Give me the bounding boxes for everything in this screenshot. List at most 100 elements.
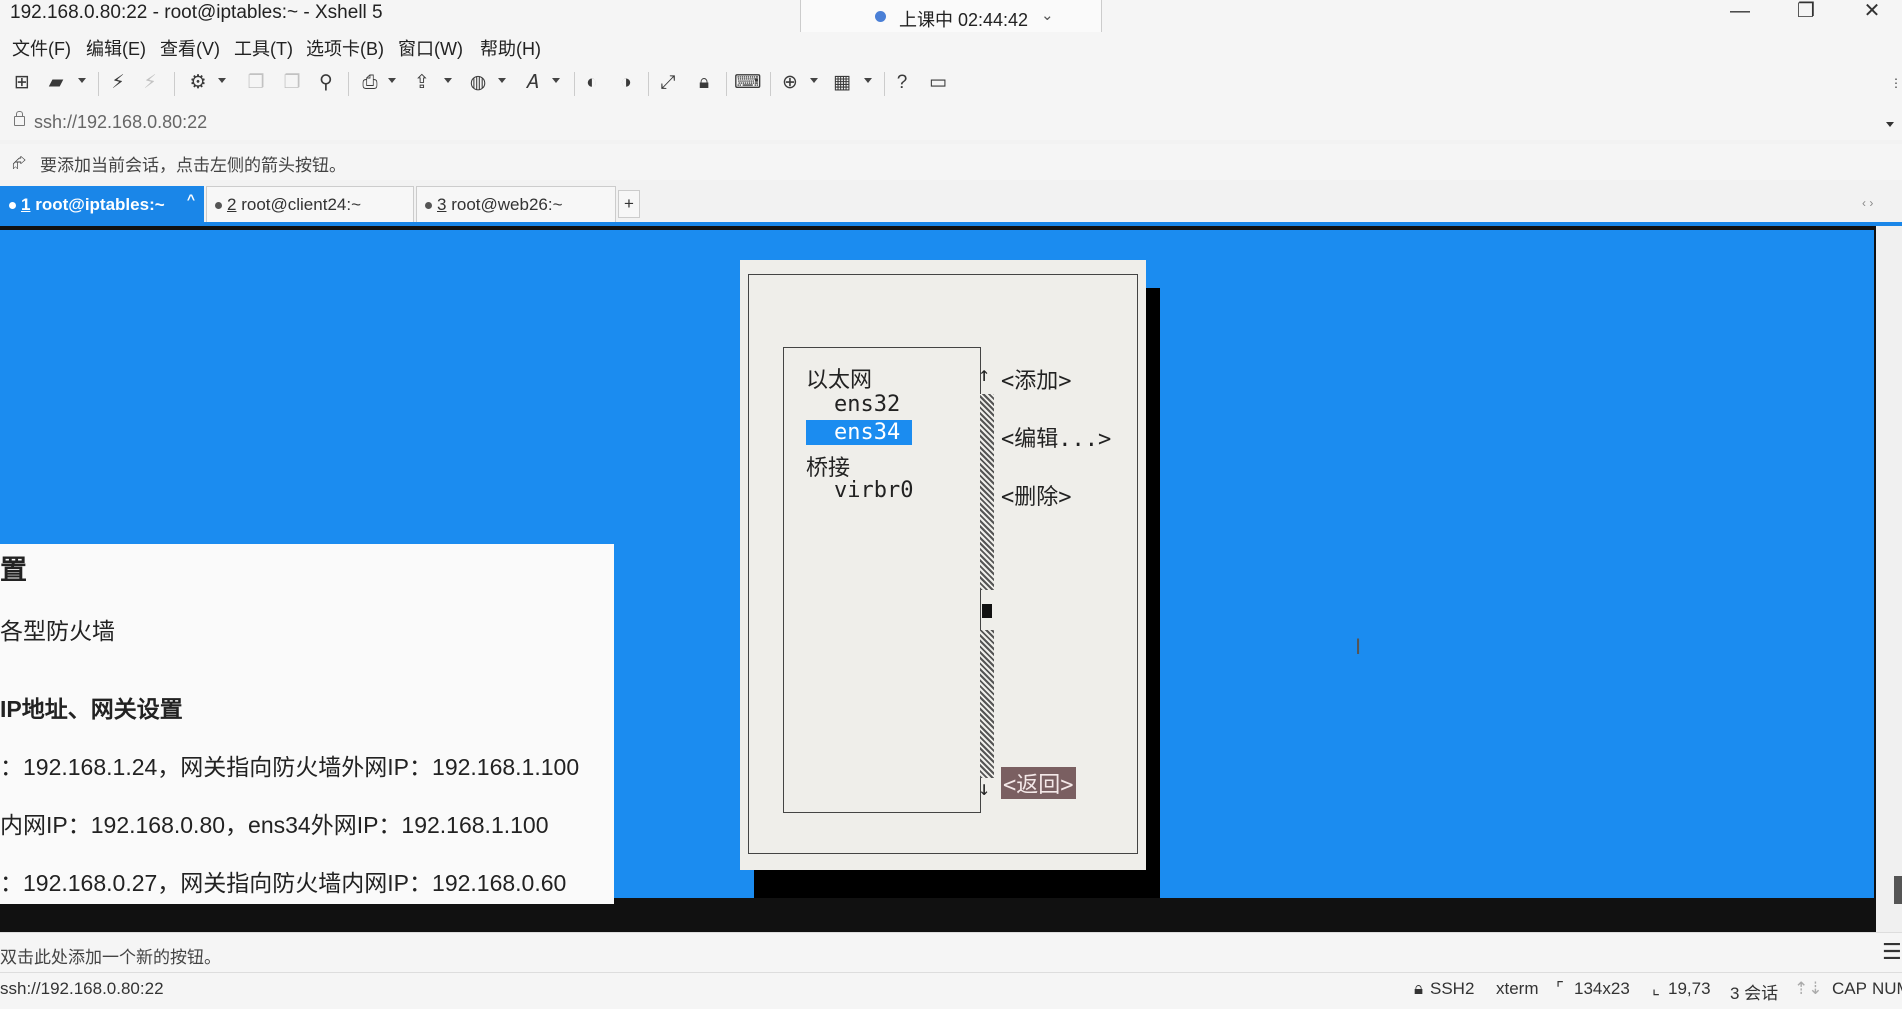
cursor-pos-icon: ⌞ [1652, 979, 1660, 998]
chat-icon[interactable]: ▭ [926, 71, 950, 95]
minimize-button[interactable]: — [1710, 0, 1770, 32]
session-arrow-icon[interactable]: ⮳ [12, 152, 26, 173]
paste-icon[interactable]: ❐ [280, 71, 304, 95]
window-title: 192.168.0.80:22 - root@iptables:~ - Xshe… [10, 2, 383, 23]
font-dropdown[interactable] [552, 78, 560, 83]
menu-file[interactable]: 文件(F) [12, 35, 71, 61]
menu-icon[interactable]: ☰ [1882, 939, 1902, 965]
list-item-virbr0[interactable]: virbr0 [834, 478, 913, 503]
slide-text: 内网IP：192.168.0.80，ens34外网IP：192.168.1.10… [0, 812, 549, 838]
copy-icon[interactable]: ❐ [244, 71, 268, 95]
print-icon[interactable]: ⎙ [358, 71, 382, 95]
address-bar: ssh://192.168.0.80:22 [0, 108, 1902, 140]
toolbar-separator [770, 72, 771, 96]
globe-dropdown[interactable] [498, 78, 506, 83]
status-num: NUM [1872, 979, 1902, 998]
transfer-icon[interactable]: ⇪ [410, 71, 434, 95]
add-icon[interactable]: ⊕ [778, 71, 802, 95]
address-input[interactable]: ssh://192.168.0.80:22 [34, 112, 207, 133]
connection-list[interactable]: 以太网 ens32 ens34 桥接 virbr0 ↑ ↓ [783, 347, 994, 813]
tab-web26[interactable]: 3 root@web26:~ [416, 186, 616, 222]
slide-text: ：192.168.1.24，网关指向防火墙外网IP：192.168.1.100 [0, 754, 580, 780]
tab-bar: 1 root@iptables:~ ^ 2 root@client24:~ 3 … [0, 186, 1902, 224]
tab-iptables[interactable]: 1 root@iptables:~ ^ [0, 186, 204, 222]
status-sessions: 3 会话 [1730, 984, 1779, 1003]
close-button[interactable]: ✕ [1842, 0, 1902, 32]
delete-button[interactable]: <删除> [1001, 479, 1072, 511]
font-icon[interactable]: 𝐴 [520, 71, 544, 95]
quick-command-hint[interactable]: 双击此处添加一个新的按钮。 [0, 943, 221, 968]
dialog-frame: 以太网 ens32 ens34 桥接 virbr0 ↑ ↓ <添加> <编辑..… [748, 274, 1138, 854]
new-session-icon[interactable]: ⊞ [10, 71, 34, 95]
list-scroll-thumb[interactable] [982, 604, 992, 618]
tab-client24[interactable]: 2 root@client24:~ [206, 186, 414, 222]
lock-icon [14, 111, 25, 126]
tab-status-icon [215, 202, 222, 209]
session-nav-icon[interactable]: ⇡⇣ [1794, 979, 1823, 999]
tab-number: 3 [437, 195, 447, 214]
lock-icon: 🔒︎ [1414, 979, 1424, 998]
tab-nav-arrows[interactable]: ‹ › [1862, 196, 1873, 210]
add-dropdown[interactable] [810, 78, 818, 83]
address-dropdown-icon[interactable] [1886, 122, 1894, 127]
scroll-down-icon[interactable]: ↓ [978, 776, 990, 800]
menu-help[interactable]: 帮助(H) [480, 35, 541, 61]
menu-edit[interactable]: 编辑(E) [86, 35, 146, 61]
reconnect-icon[interactable]: ⚡ [106, 71, 130, 95]
transfer-dropdown[interactable] [444, 78, 452, 83]
scrollbar-thumb[interactable] [1894, 876, 1902, 904]
toolbar-separator [648, 72, 649, 96]
keyboard-icon[interactable]: ⌨ [734, 71, 761, 95]
scroll-up-icon[interactable]: ↑ [978, 362, 990, 386]
toolbar-separator [98, 72, 99, 96]
layout-icon[interactable]: ▦ [830, 71, 854, 95]
print-dropdown[interactable] [388, 78, 396, 83]
menu-tabs[interactable]: 选项卡(B) [306, 35, 384, 61]
quick-command-bar[interactable]: 双击此处添加一个新的按钮。 ☰ [0, 932, 1902, 973]
tab-label: root@web26:~ [451, 195, 563, 214]
menu-tools[interactable]: 工具(T) [234, 35, 293, 61]
disconnect-icon[interactable]: ⚡ [138, 71, 162, 95]
list-item-ens34[interactable]: ens34 [806, 420, 913, 445]
help-icon[interactable]: ? [890, 71, 914, 95]
properties-dropdown[interactable] [218, 78, 226, 83]
toolbar-separator [884, 72, 885, 96]
open-dropdown[interactable] [78, 78, 86, 83]
toolbar-more-icon[interactable]: ⋮ [1884, 71, 1902, 95]
open-folder-icon[interactable]: ▰ [44, 71, 68, 95]
back-button[interactable]: <返回> [1001, 767, 1076, 799]
slide-subheading: IP地址、网关设置 [0, 696, 183, 722]
menu-view[interactable]: 查看(V) [160, 35, 220, 61]
toolbar-separator [574, 72, 575, 96]
class-timer[interactable]: 上课中 02:44:42 ⌄ [800, 0, 1102, 36]
tab-close-icon[interactable]: ^ [187, 191, 195, 207]
globe-icon[interactable]: ◍ [466, 71, 490, 95]
toolbar: ⊞ ▰ ⚡ ⚡ ⚙ ❐ ❐ ⚲ ⎙ ⇪ ◍ 𝐴 ◐ ◑ ⤢ 🔒︎ ⌨ ⊕ ▦ ?… [0, 62, 1902, 108]
mouse-cursor-icon: I [1355, 634, 1362, 659]
add-button[interactable]: <添加> [1001, 363, 1072, 395]
status-size: 134x23 [1574, 979, 1630, 998]
xmanager-icon[interactable]: ◑ [614, 71, 638, 95]
list-item-ens32[interactable]: ens32 [834, 392, 900, 417]
fullscreen-icon[interactable]: ⤢ [656, 71, 680, 95]
list-scroll-track[interactable] [980, 630, 994, 778]
list-group-ethernet: 以太网 [806, 368, 873, 393]
find-icon[interactable]: ⚲ [314, 71, 338, 95]
lock-icon[interactable]: 🔒︎ [692, 71, 716, 95]
slide-text: ：192.168.0.27，网关指向防火墙内网IP：192.168.0.60 [0, 870, 567, 896]
status-caps: CAP [1832, 979, 1867, 998]
list-scroll-track[interactable] [980, 394, 994, 590]
chevron-down-icon[interactable]: ⌄ [1041, 6, 1054, 24]
xftp-icon[interactable]: ◐ [580, 71, 604, 95]
new-tab-button[interactable]: + [618, 190, 640, 218]
title-bar: 192.168.0.80:22 - root@iptables:~ - Xshe… [0, 0, 1902, 36]
layout-dropdown[interactable] [864, 78, 872, 83]
edit-button[interactable]: <编辑...> [1001, 421, 1111, 453]
status-cursor-pos: 19,73 [1668, 979, 1711, 998]
maximize-button[interactable]: ❐ [1776, 0, 1836, 32]
slide-overlay: 置 各型防火墙 IP地址、网关设置 ：192.168.1.24，网关指向防火墙外… [0, 544, 614, 904]
session-hint-bar: ⮳ 要添加当前会话，点击左侧的箭头按钮。 [0, 144, 1902, 180]
menu-window[interactable]: 窗口(W) [398, 35, 463, 61]
terminal-scrollbar[interactable] [1876, 226, 1902, 932]
properties-icon[interactable]: ⚙ [186, 71, 210, 95]
